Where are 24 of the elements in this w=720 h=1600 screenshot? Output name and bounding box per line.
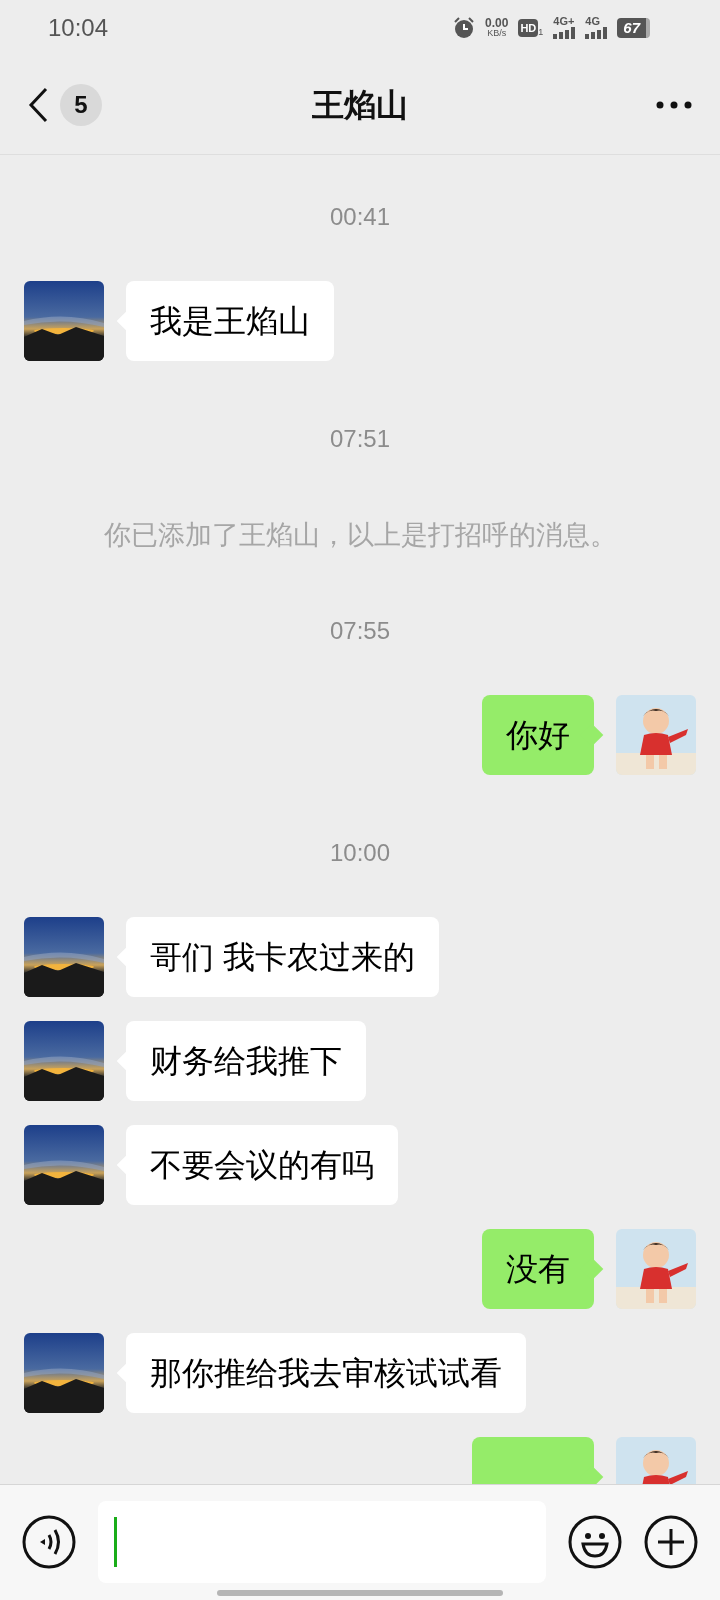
hd-sim-number: 1 — [538, 27, 544, 37]
network-type: 4G+ — [553, 16, 575, 27]
message-input-field[interactable] — [98, 1501, 546, 1583]
message-timestamp: 07:55 — [329, 616, 391, 646]
network-speed: 0.00 — [485, 17, 509, 29]
back-icon[interactable] — [28, 86, 48, 123]
network-speed-unit: KB/s — [487, 29, 507, 38]
battery-indicator: 67 — [617, 17, 650, 38]
message-timestamp: 07:51 — [329, 424, 391, 454]
message-timestamp: 10:00 — [329, 838, 391, 868]
emoji-icon[interactable] — [568, 1515, 622, 1569]
signal-icon — [553, 27, 576, 39]
alarm-icon — [453, 16, 476, 39]
system-notice: 你已添加了王焰山，以上是打招呼的消息。 — [103, 518, 617, 552]
message-timestamp: 00:41 — [329, 202, 391, 232]
voice-icon[interactable] — [22, 1515, 76, 1569]
status-time: 10:04 — [48, 12, 109, 43]
chat-title: 王焰山 — [312, 85, 408, 125]
hd-badge: HD — [518, 18, 539, 37]
plus-icon[interactable] — [644, 1515, 698, 1569]
network-type: 4G — [585, 16, 600, 27]
more-icon[interactable] — [656, 100, 692, 109]
signal-icon — [585, 27, 608, 39]
unread-count-badge: 5 — [60, 83, 102, 126]
